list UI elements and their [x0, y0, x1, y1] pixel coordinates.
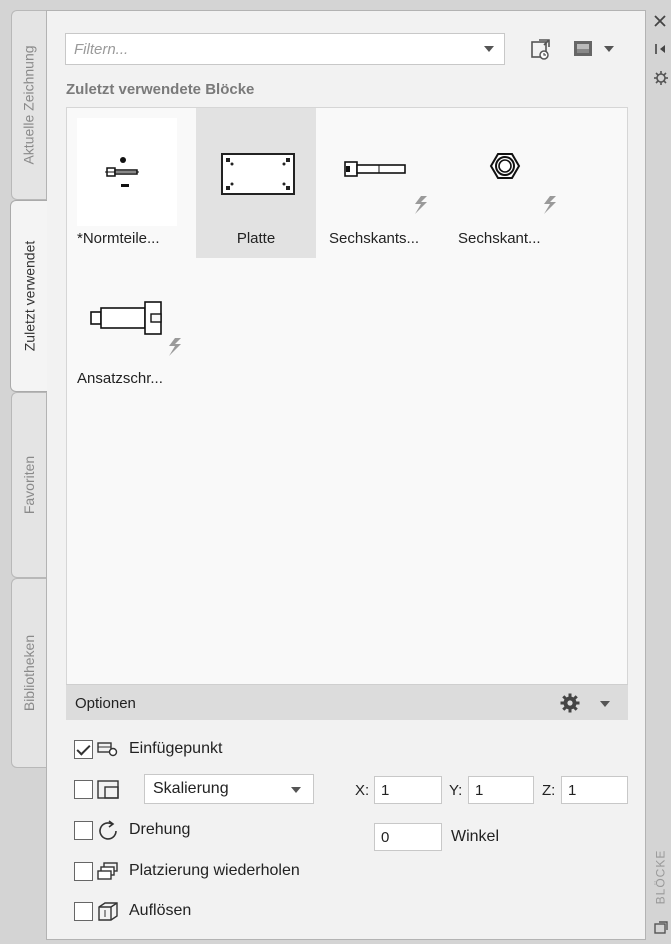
repeat-placement-checkbox[interactable] — [74, 861, 93, 881]
scale-z-input[interactable] — [561, 776, 628, 804]
rotation-option: Drehung — [74, 818, 190, 842]
palette-titlebar: BLÖCKE — [647, 0, 671, 944]
scale-mode-select[interactable]: Skalierung — [144, 774, 314, 804]
load-drawing-icon[interactable] — [527, 35, 555, 63]
gear-icon[interactable] — [559, 692, 581, 714]
insertion-point-label: Einfügepunkt — [129, 740, 223, 757]
block-label: Ansatzschr... — [77, 370, 163, 387]
y-label: Y: — [449, 782, 463, 799]
chevron-down-icon[interactable] — [484, 46, 494, 52]
hex-nut-icon — [458, 118, 578, 226]
rotation-checkbox[interactable] — [74, 820, 93, 840]
repeat-placement-label: Platzierung wiederholen — [129, 862, 300, 879]
repeat-placement-icon — [97, 862, 118, 880]
block-tile-normteile[interactable]: *Normteile... — [77, 118, 197, 258]
scale-checkbox[interactable] — [74, 779, 93, 799]
palette-tabstrip: Aktuelle Zeichnung Zuletzt verwendet Fav… — [0, 0, 47, 944]
block-label: Platte — [236, 230, 276, 247]
block-grid: *Normteile... Platte Sechskants... Sechs… — [66, 107, 628, 685]
insertion-point-option: Einfügepunkt — [74, 737, 222, 761]
block-tile-sechskantschraube[interactable]: Sechskants... — [329, 118, 449, 258]
scale-option — [74, 777, 121, 801]
repeat-placement-option: Platzierung wiederholen — [74, 859, 300, 883]
options-title: Optionen — [75, 695, 136, 712]
normteil-icon — [77, 118, 177, 226]
tab-label: Favoriten — [21, 455, 38, 515]
tab-label: Bibliotheken — [21, 634, 37, 712]
block-label: *Normteile... — [77, 230, 160, 247]
tab-bibliotheken[interactable]: Bibliotheken — [11, 578, 46, 768]
blocks-panel: Zuletzt verwendete Blöcke *Normteile... — [46, 10, 646, 940]
z-label: Z: — [542, 782, 556, 799]
close-icon[interactable] — [653, 14, 667, 28]
properties-gear-icon[interactable] — [653, 70, 669, 86]
options-body: Einfügepunkt Skalierung X: Y: Z: D — [66, 720, 628, 935]
hex-bolt-icon — [329, 118, 449, 226]
rotation-label: Drehung — [129, 821, 191, 838]
block-tile-ansatzschraube[interactable]: Ansatzschr... — [77, 286, 197, 426]
rotate-icon — [99, 820, 117, 840]
view-options-chevron-icon[interactable] — [604, 46, 614, 54]
plate-icon — [196, 118, 316, 226]
scale-y-input[interactable] — [468, 776, 534, 804]
tab-zuletzt-verwendet[interactable]: Zuletzt verwendet — [10, 200, 47, 392]
options-chevron-down-icon[interactable] — [600, 701, 610, 707]
x-label: X: — [355, 782, 370, 799]
scale-x-input[interactable] — [374, 776, 442, 804]
tab-label: Zuletzt verwendet — [21, 240, 37, 352]
tab-favoriten[interactable]: Favoriten — [11, 392, 46, 578]
explode-checkbox[interactable] — [74, 901, 93, 921]
block-tile-sechskantmutter[interactable]: Sechskant... — [458, 118, 578, 258]
explode-label: Auflösen — [129, 902, 192, 919]
block-tile-platte[interactable]: Platte — [196, 108, 316, 258]
block-label: Sechskants... — [329, 230, 420, 247]
insertion-point-checkbox[interactable] — [74, 739, 93, 759]
blocks-palette-icon — [653, 920, 669, 936]
autohide-icon[interactable] — [654, 42, 668, 56]
scale-mode-value: Skalierung — [153, 780, 229, 797]
rotation-angle-input[interactable] — [374, 823, 442, 851]
scale-icon — [97, 780, 119, 799]
insertion-point-icon — [97, 742, 118, 757]
palette-title: BLÖCKE — [653, 849, 668, 905]
filter-input[interactable] — [65, 33, 505, 65]
explode-option: Auflösen — [74, 899, 191, 923]
chevron-down-icon — [291, 787, 301, 793]
filter-combo[interactable] — [65, 33, 505, 65]
options-header[interactable]: Optionen — [66, 684, 628, 720]
tab-aktuelle-zeichnung[interactable]: Aktuelle Zeichnung — [11, 10, 46, 200]
tab-label: Aktuelle Zeichnung — [21, 45, 38, 165]
explode-icon — [98, 902, 118, 921]
section-title: Zuletzt verwendete Blöcke — [66, 81, 255, 98]
angle-unit-label: Winkel — [451, 828, 500, 845]
block-label: Sechskant... — [458, 230, 541, 247]
thumbnail-view-icon[interactable] — [571, 37, 595, 61]
